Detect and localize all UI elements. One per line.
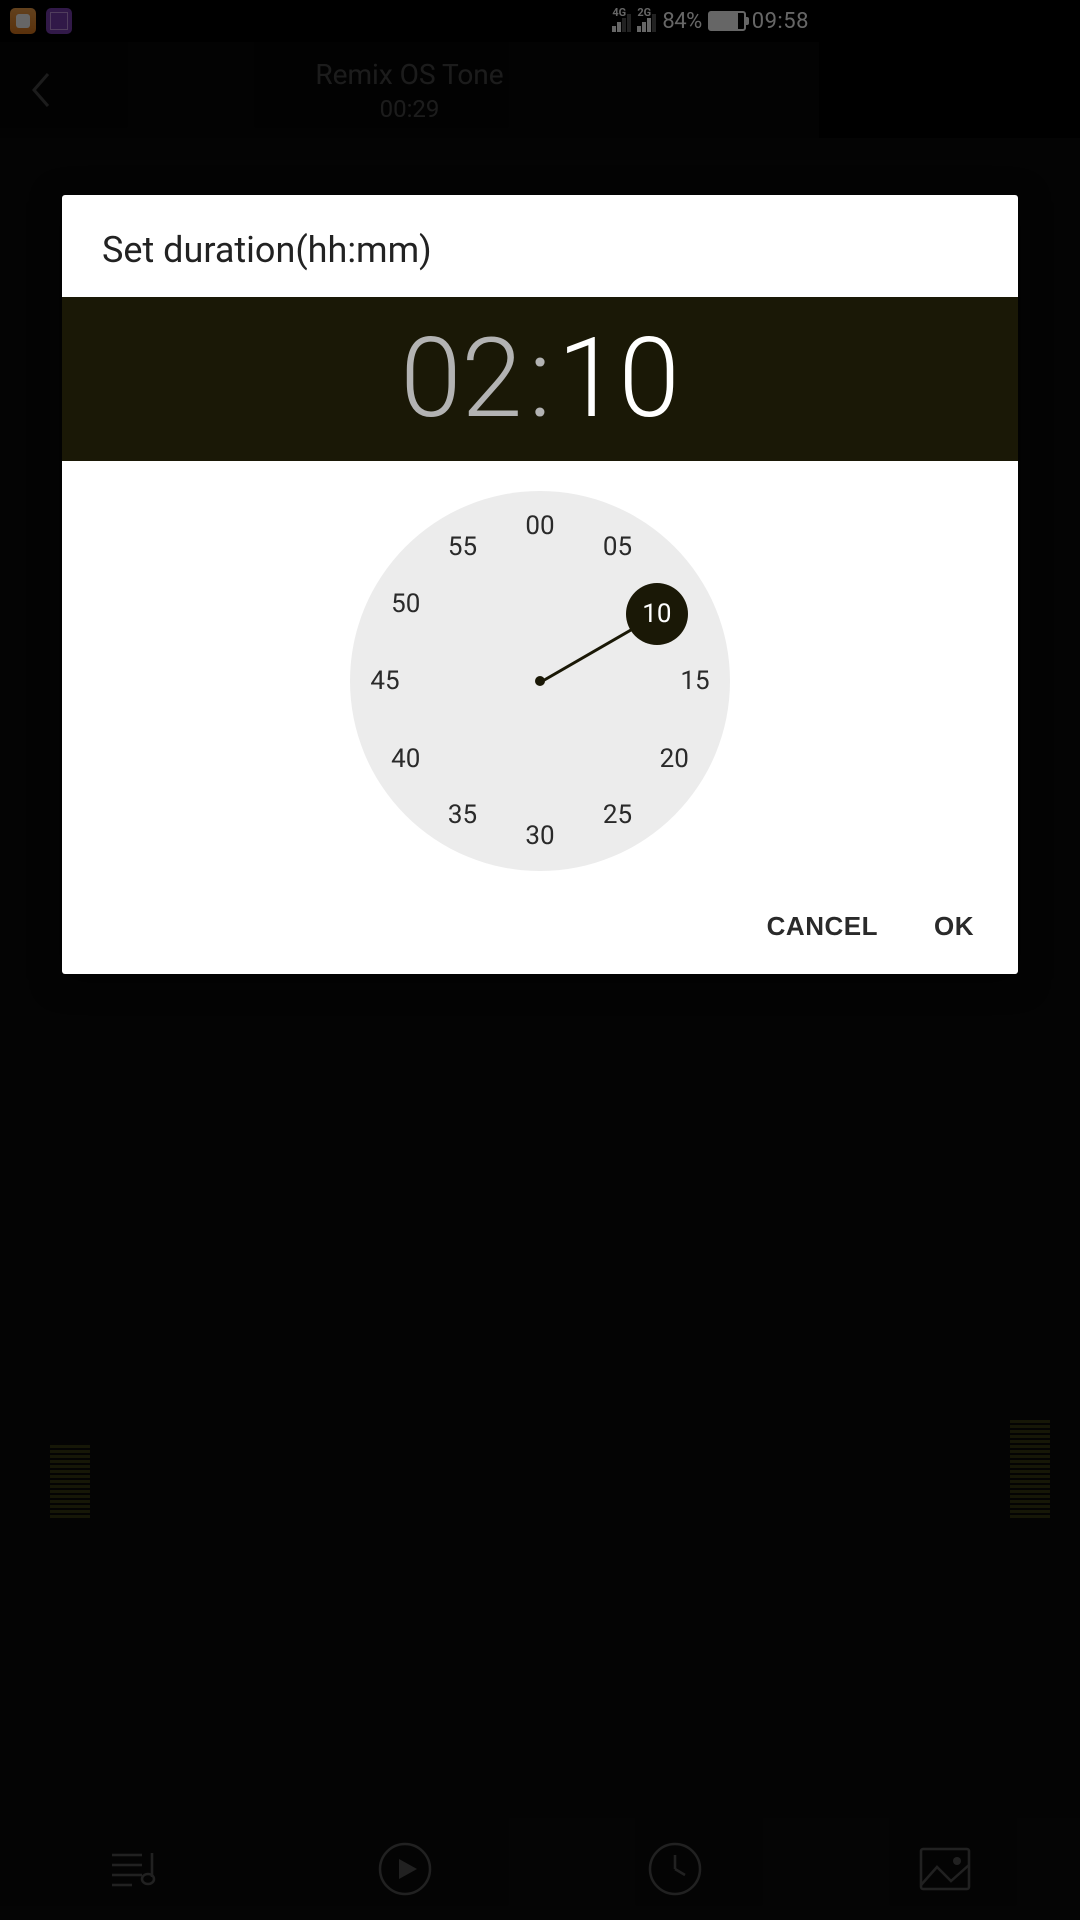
minutes-value[interactable]: 10 [558,324,680,434]
clock-tick-05[interactable]: 05 [603,532,632,562]
cancel-button[interactable]: CANCEL [767,911,878,942]
clock-center-dot [535,676,545,686]
duration-dialog: Set duration(hh:mm) 02 : 10 10 00 05 10 15 2… [62,195,1018,974]
hours-value[interactable]: 02 [400,324,522,434]
clock-face-container: 10 000510152025303540455055 [62,461,1018,891]
clock-selection-knob[interactable]: 10 [626,583,688,645]
clock-tick-40[interactable]: 40 [391,744,420,774]
clock-tick-55[interactable]: 55 [448,532,477,562]
dialog-actions: CANCEL OK [62,891,1018,974]
dialog-title: Set duration(hh:mm) [62,195,1018,297]
clock-tick-30[interactable]: 30 [525,821,554,851]
clock-tick-25[interactable]: 25 [603,800,632,830]
clock-tick-50[interactable]: 50 [391,589,420,619]
ok-button[interactable]: OK [934,911,974,942]
clock-tick-35[interactable]: 35 [448,800,477,830]
time-display: 02 : 10 [62,297,1018,461]
clock-tick-20[interactable]: 20 [660,744,689,774]
clock-tick-45[interactable]: 45 [370,666,399,696]
time-colon: : [528,324,551,434]
clock-face[interactable]: 10 000510152025303540455055 [350,491,730,871]
clock-tick-15[interactable]: 15 [680,666,709,696]
clock-tick-00[interactable]: 00 [525,511,554,541]
